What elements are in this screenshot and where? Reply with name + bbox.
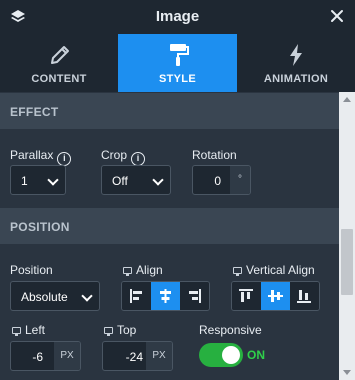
tab-animation-label: ANIMATION [263,73,329,85]
align-left-icon [130,289,142,303]
vertical-align-label-text: Vertical Align [246,263,315,277]
panel-title: Image [155,8,200,25]
panel-header: Image [0,0,355,34]
parallax-label: Parallax i [10,148,72,166]
monitor-icon[interactable] [104,327,113,336]
chevron-down-icon [81,290,93,302]
crop-value: Off [112,174,128,188]
monitor-icon[interactable] [233,267,242,276]
align-left-button[interactable] [122,282,151,310]
toggle-knob [222,346,240,364]
left-input[interactable]: -6 PX [10,341,81,371]
top-value: -24 [125,350,143,364]
monitor-icon[interactable] [123,267,132,276]
monitor-icon[interactable] [12,327,21,336]
vertical-align-button-group [231,281,320,311]
rotation-label: Rotation [192,148,237,162]
position-section-header[interactable]: POSITION [0,207,339,245]
align-bottom-button[interactable] [290,282,319,310]
align-center-icon [160,289,171,303]
align-bottom-icon [297,290,311,303]
top-label: Top [104,323,136,337]
align-label-text: Align [136,263,163,277]
close-icon[interactable] [330,9,344,23]
paint-roller-icon [169,44,189,66]
align-middle-button[interactable] [261,282,290,310]
rotation-value: 0 [214,174,221,188]
position-value: Absolute [21,290,68,304]
scroll-down-arrow-icon[interactable] [343,370,351,375]
effect-section-header[interactable]: EFFECT [0,92,339,130]
vertical-scrollbar[interactable] [339,92,355,380]
align-top-button[interactable] [232,282,261,310]
scrollbar-thumb[interactable] [341,229,353,295]
style-settings-panel: EFFECT Parallax i 1 Crop i Off Rotation 0 … [0,92,339,380]
tab-bar: CONTENT STYLE ANIMATION [0,34,355,92]
rotation-unit: ° [230,166,250,194]
align-right-icon [189,289,201,303]
top-unit: PX [146,342,172,370]
top-label-text: Top [117,323,137,337]
scroll-up-arrow-icon[interactable] [343,97,351,102]
position-label: Position [10,263,53,277]
pencil-icon [51,46,69,64]
position-select[interactable]: Absolute [10,281,100,311]
align-label: Align [123,263,163,277]
crop-select[interactable]: Off [101,165,171,195]
align-center-button[interactable] [151,282,180,310]
responsive-state: ON [247,348,265,362]
responsive-label: Responsive [199,323,262,337]
align-middle-icon [268,290,283,302]
top-input[interactable]: -24 PX [102,341,173,371]
tab-content[interactable]: CONTENT [0,34,118,92]
responsive-toggle[interactable] [199,343,243,367]
parallax-select[interactable]: 1 [10,165,66,195]
tab-content-label: CONTENT [31,73,87,85]
rotation-input[interactable]: 0 ° [192,165,251,195]
vertical-align-label: Vertical Align [233,263,315,277]
left-label-text: Left [25,323,46,337]
info-icon[interactable]: i [131,152,146,166]
align-right-button[interactable] [180,282,209,310]
position-heading: POSITION [10,220,70,234]
crop-label: Crop i [101,148,146,166]
tab-style-label: STYLE [159,73,196,85]
parallax-value: 1 [21,174,28,188]
chevron-down-icon [152,174,164,186]
tab-animation[interactable]: ANIMATION [237,34,355,92]
align-button-group [121,281,210,311]
parallax-label-text: Parallax [10,148,54,162]
left-value: -6 [32,350,43,364]
chevron-down-icon [47,174,59,186]
lightning-icon [290,44,302,66]
tab-style[interactable]: STYLE [118,34,237,92]
effect-heading: EFFECT [10,105,59,119]
left-label: Left [12,323,45,337]
crop-label-text: Crop [101,148,128,162]
info-icon[interactable]: i [57,152,72,166]
align-top-icon [239,289,253,302]
left-unit: PX [54,342,80,370]
